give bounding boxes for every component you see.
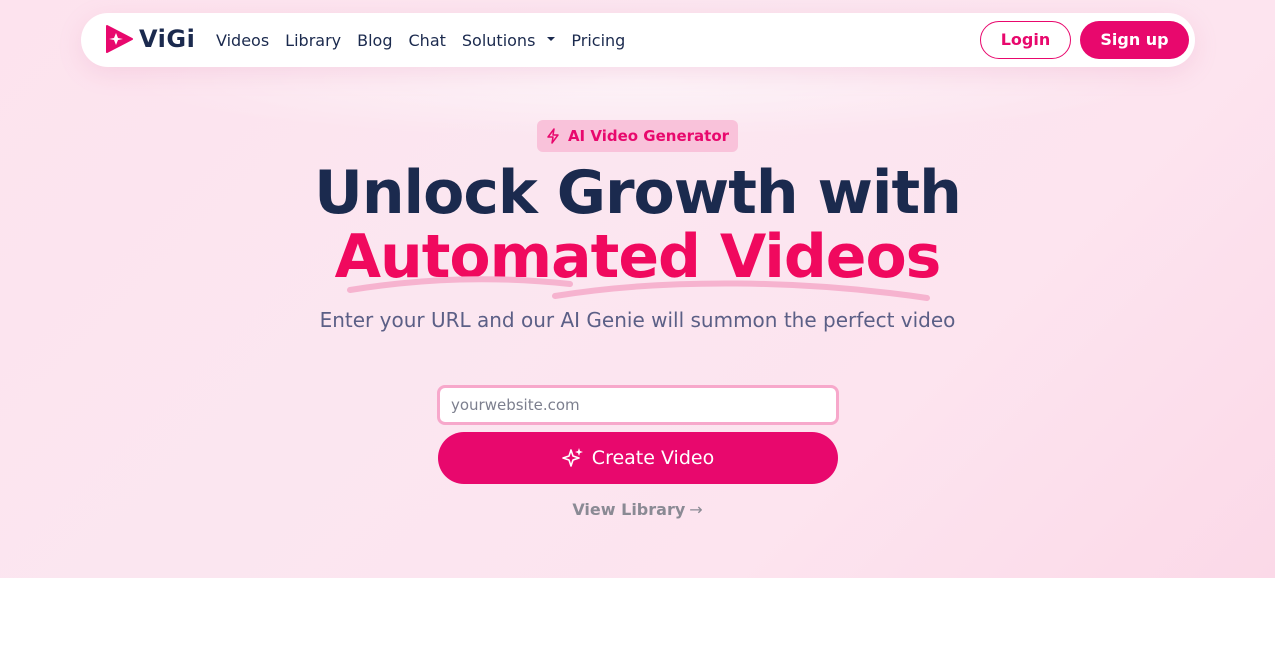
logo[interactable]: ViGi [103,22,195,56]
nav-pricing[interactable]: Pricing [571,31,625,50]
chevron-down-icon [547,37,556,41]
signup-button[interactable]: Sign up [1080,21,1189,59]
hero-subtitle: Enter your URL and our AI Genie will sum… [319,308,956,332]
nav-links: Videos Library Blog Chat Solutions Prici… [216,13,641,67]
login-button[interactable]: Login [980,21,1071,59]
badge-label: AI Video Generator [567,127,730,145]
nav-videos[interactable]: Videos [216,31,269,50]
underline-swoosh [347,276,930,301]
navbar: ViGi Videos Library Blog Chat Solutions … [81,13,1195,67]
nav-library[interactable]: Library [285,31,341,50]
arrow-right-icon: → [689,500,703,519]
nav-chat[interactable]: Chat [409,31,446,50]
view-library-link[interactable]: View Library → [0,500,1275,519]
create-video-label: Create Video [591,447,715,469]
play-logo-icon [106,25,133,53]
url-input[interactable] [437,385,839,425]
nav-solutions[interactable]: Solutions [462,31,556,50]
nav-blog[interactable]: Blog [357,31,392,50]
lightning-icon [547,128,559,144]
nav-solutions-label: Solutions [461,30,536,50]
create-video-button[interactable]: Create Video [438,432,838,484]
hero-section: ViGi Videos Library Blog Chat Solutions … [0,0,1275,578]
headline-line-1: Unlock Growth with [314,158,962,228]
ai-video-generator-badge: AI Video Generator [537,120,738,152]
logo-text: ViGi [139,25,196,53]
view-library-label: View Library [572,500,686,519]
sparkle-icon [561,448,583,467]
